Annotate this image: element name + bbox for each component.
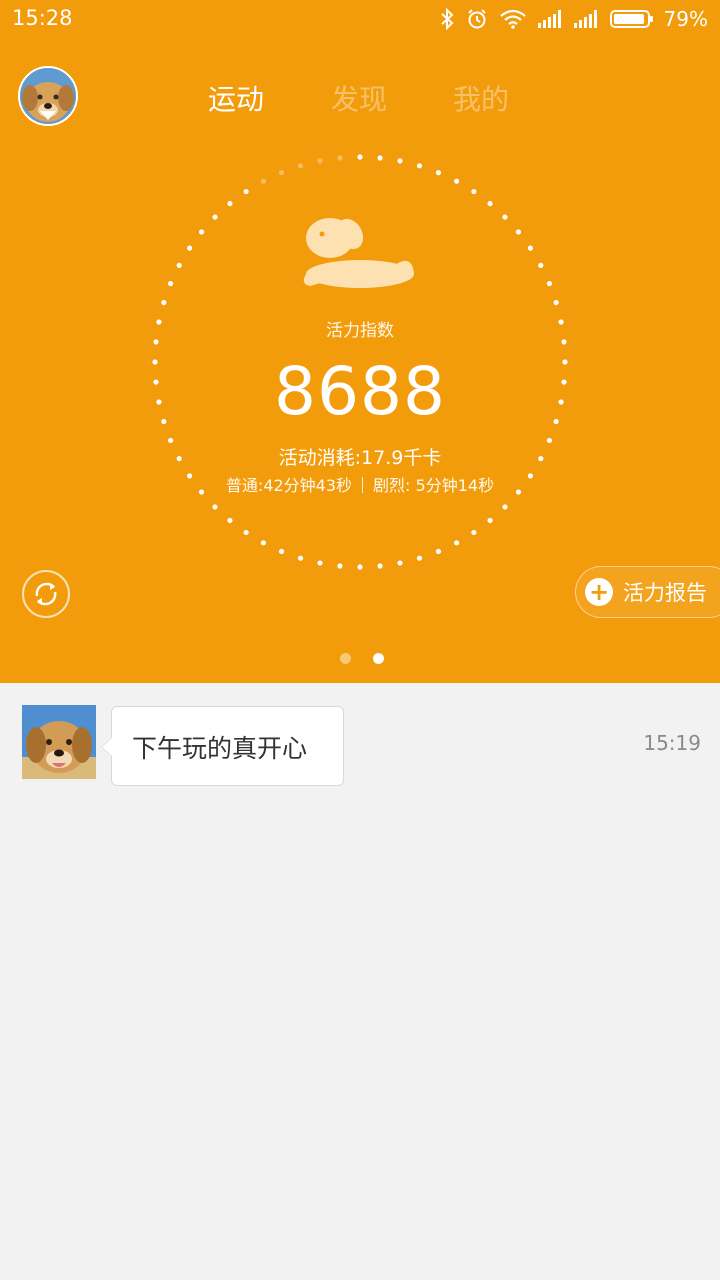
calorie-burn: 活动消耗:17.9千卡: [278, 447, 442, 469]
ring-dot: [397, 158, 403, 164]
activity-index-value: 8688: [274, 353, 446, 430]
message-text: 下午玩的真开心: [132, 734, 308, 763]
wifi-icon: [499, 9, 526, 29]
tab-mine[interactable]: 我的: [453, 78, 509, 118]
ring-dot: [337, 563, 343, 569]
activity-duration: 普通:42分钟43秒 剧烈: 5分钟14秒: [150, 472, 570, 496]
ring-dot: [227, 200, 233, 207]
ring-dot: [212, 214, 218, 220]
ring-dot: [435, 170, 442, 176]
ring-dot: [186, 245, 193, 251]
ring-dot: [317, 560, 323, 566]
ring-dot: [416, 163, 423, 169]
battery-percent: 79%: [663, 7, 708, 31]
ring-dot: [377, 563, 383, 569]
ring-dot: [317, 158, 323, 164]
divider: [362, 477, 364, 493]
dog-icon: [303, 218, 414, 288]
page-dot-active[interactable]: [373, 653, 384, 664]
status-time: 15:28: [12, 6, 73, 30]
ring-dot: [278, 548, 285, 554]
message-time: 15:19: [643, 731, 701, 755]
ring-dot: [297, 555, 304, 561]
ring-dot: [416, 555, 423, 561]
ring-dot: [435, 548, 442, 554]
ring-dot: [553, 299, 559, 306]
ring-dot: [243, 188, 249, 195]
ring-dot: [243, 529, 249, 536]
ring-dot: [454, 178, 460, 184]
ring-dot: [227, 517, 233, 524]
ring-dot: [337, 155, 343, 161]
ring-dot: [546, 280, 552, 287]
alarm-icon: [467, 9, 486, 29]
ring-dot: [198, 229, 205, 235]
signal-icon: [573, 10, 597, 28]
ring-dot: [212, 504, 218, 510]
normal-duration: 普通:42分钟43秒: [225, 476, 353, 495]
ring-dot: [502, 504, 508, 510]
refresh-button[interactable]: [22, 570, 70, 618]
ring-dot: [538, 262, 544, 268]
tab-discover[interactable]: 发现: [331, 78, 387, 118]
ring-dot: [487, 517, 493, 524]
message-avatar[interactable]: [22, 705, 96, 779]
activity-panel: 15:28 79% 运动 发现 我的 活力指数 8688 活动消耗:17.9千卡…: [0, 0, 720, 683]
page-indicator: [340, 653, 384, 664]
activity-index-label: 活力指数: [326, 321, 394, 341]
battery-icon: [609, 10, 653, 28]
intense-duration: 剧烈: 5分钟14秒: [373, 476, 495, 495]
activity-report-button[interactable]: + 活力报告: [575, 566, 720, 618]
ring-dot: [377, 155, 383, 161]
ring-dot: [176, 262, 182, 268]
signal-icon: [537, 10, 561, 28]
plus-icon: +: [585, 578, 613, 606]
ring-dot: [515, 229, 522, 235]
ring-dot: [297, 163, 304, 169]
ring-dot: [260, 540, 266, 546]
bluetooth-icon: [440, 8, 453, 30]
ring-dot: [527, 245, 534, 251]
ring-dot: [260, 178, 266, 184]
ring-dot: [471, 529, 477, 536]
ring-dot: [487, 200, 493, 207]
tab-sport[interactable]: 运动: [208, 78, 264, 118]
ring-dot: [471, 188, 477, 195]
ring-dot: [397, 560, 403, 566]
page-dot[interactable]: [340, 653, 351, 664]
ring-dot: [454, 540, 460, 546]
chevron-down-icon[interactable]: [40, 111, 56, 120]
ring-dot: [502, 214, 508, 220]
ring-dot: [278, 170, 285, 176]
message-bubble[interactable]: 下午玩的真开心: [101, 706, 344, 786]
status-bar: 15:28 79%: [0, 0, 720, 38]
ring-dot: [357, 154, 363, 160]
ring-dot: [161, 299, 167, 306]
status-icons: 79%: [440, 6, 708, 32]
ring-dot: [357, 564, 363, 570]
ring-dot: [168, 280, 174, 287]
activity-report-label: 活力报告: [623, 581, 707, 605]
refresh-icon: [35, 582, 57, 606]
